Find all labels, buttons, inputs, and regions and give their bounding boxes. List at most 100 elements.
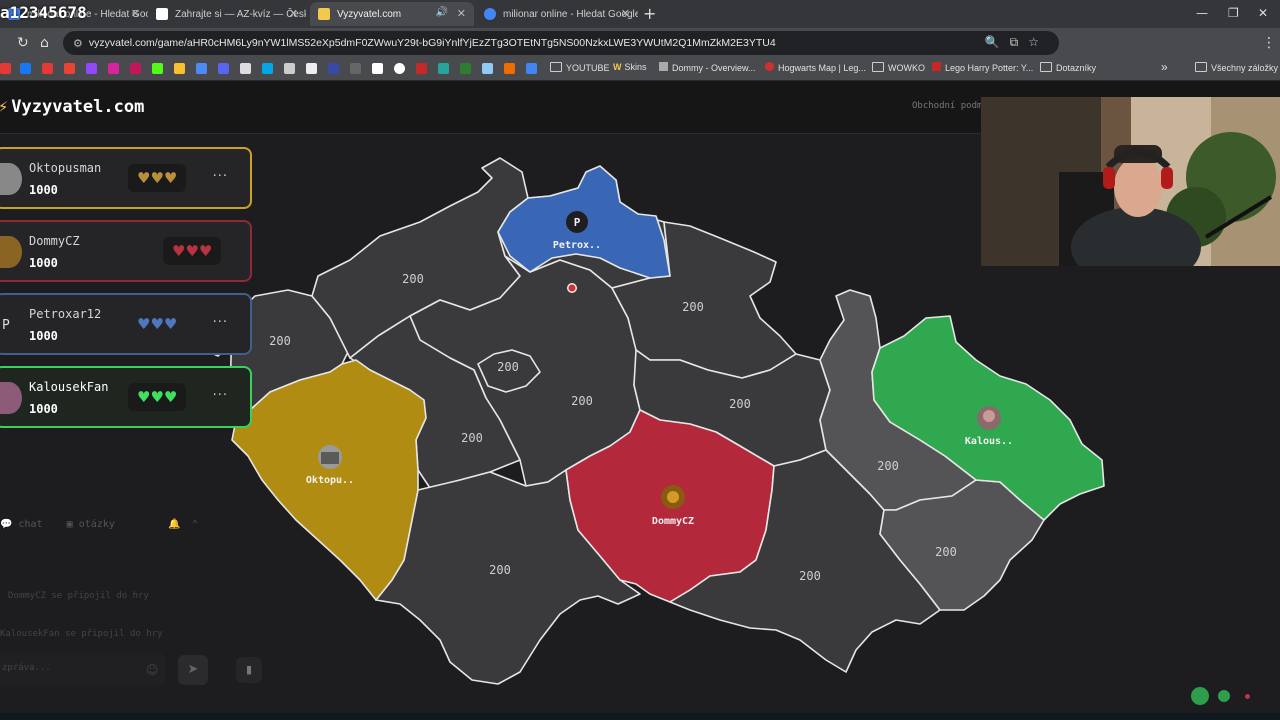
- player-card-dommycz[interactable]: DommyCZ 1000 ♥♥♥: [0, 220, 252, 282]
- tab-chat[interactable]: 💬 chat: [0, 519, 43, 530]
- bookmark-favicon-icon[interactable]: [416, 63, 427, 74]
- browser-tab[interactable]: Zahrajte si — AZ-kvíz — Česká ✕: [148, 2, 306, 26]
- minimize-icon[interactable]: —: [1196, 6, 1208, 20]
- player-lives: ♥♥♥: [128, 310, 186, 338]
- bookmark-favicon-icon[interactable]: [130, 63, 141, 74]
- bookmark-favicon-icon[interactable]: [482, 63, 493, 74]
- bookmark-favicon-icon[interactable]: [372, 63, 383, 74]
- player-lives: ♥♥♥: [163, 237, 222, 265]
- bookmark-favicon-icon[interactable]: [0, 63, 11, 74]
- kick-icon[interactable]: [152, 63, 163, 74]
- folder-icon: [1195, 62, 1207, 72]
- player-avatar-letter: P: [2, 317, 10, 333]
- gmail-icon[interactable]: [64, 63, 75, 74]
- site-info-icon[interactable]: ⚙: [73, 37, 83, 50]
- region-value: 200: [935, 545, 957, 559]
- bookmark-favicon-icon[interactable]: [504, 63, 515, 74]
- folder-icon: [1040, 62, 1052, 72]
- bell-icon[interactable]: 🔔: [168, 519, 180, 530]
- owner-avatar-letter: P: [574, 216, 581, 229]
- heart-icon: ♥♥♥: [137, 314, 178, 333]
- send-button[interactable]: ➤: [178, 655, 208, 685]
- facebook-icon[interactable]: [20, 63, 31, 74]
- close-tab-icon[interactable]: ✕: [131, 7, 140, 20]
- bookmark-favicon-icon[interactable]: [196, 63, 207, 74]
- webcam-image: [981, 97, 1280, 266]
- bookmark-favicon-icon[interactable]: [526, 63, 537, 74]
- player-avatar: [0, 236, 22, 268]
- bookmark-favicon-icon: [932, 62, 941, 71]
- home-icon[interactable]: ⌂: [40, 35, 49, 51]
- chevron-up-icon[interactable]: ⌃: [192, 519, 198, 530]
- emoji-icon[interactable]: ☺: [146, 663, 159, 677]
- more-bookmarks-chevron-icon[interactable]: »: [1161, 60, 1168, 74]
- bookmark-label: YOUTUBE: [566, 63, 610, 73]
- region-value: 200: [269, 334, 291, 348]
- bookmark-folder-dotazniky[interactable]: Dotazníky: [1040, 62, 1096, 73]
- bookmark-favicon-icon[interactable]: [328, 63, 339, 74]
- region-value: 200: [571, 394, 593, 408]
- twitch-icon[interactable]: [86, 63, 97, 74]
- bookmark-favicon-icon[interactable]: [306, 63, 317, 74]
- bookmark-folder-youtube[interactable]: YOUTUBE: [550, 62, 610, 73]
- player-card-kalousekfan[interactable]: KalousekFan 1000 ♥♥♥ ···: [0, 366, 252, 428]
- region-value: 200: [489, 563, 511, 577]
- player-menu-icon[interactable]: ···: [213, 315, 228, 330]
- chat-message: DommyCZ se připojil do hry: [8, 591, 149, 601]
- bookmarks-bar: YOUTUBE W Skins Dommy - Overview... Hogwa…: [0, 58, 1280, 81]
- omnibox-actions[interactable]: 🔍⧉☆: [985, 35, 1049, 50]
- speaker-icon[interactable]: 🔊: [436, 7, 448, 18]
- bookmark-favicon-icon[interactable]: [394, 63, 405, 74]
- bookmark-favicon-icon[interactable]: [284, 63, 295, 74]
- w-logo-icon: W: [613, 62, 622, 72]
- chat-input[interactable]: zpráva...: [0, 653, 165, 685]
- instagram-icon[interactable]: [108, 63, 119, 74]
- toggle-panel-button[interactable]: ▮: [236, 657, 262, 683]
- close-tab-icon[interactable]: ✕: [289, 7, 298, 20]
- browser-tab-active[interactable]: Vyzyvatel.com 🔊 ✕: [310, 2, 474, 26]
- bookmark-favicon-icon[interactable]: [262, 63, 273, 74]
- player-card-oktopusman[interactable]: Oktopusman 1000 ♥♥♥ ···: [0, 147, 252, 209]
- close-tab-icon[interactable]: ✕: [621, 7, 630, 20]
- status-indicator: [1218, 690, 1230, 702]
- sidebar-icon: ▮: [245, 663, 253, 676]
- bookmark-skins[interactable]: W Skins: [613, 62, 647, 72]
- status-indicator: [1191, 687, 1209, 705]
- tab-title: Vyzyvatel.com: [337, 8, 402, 20]
- bookmark-lego[interactable]: Lego Harry Potter: Y...: [932, 62, 1033, 73]
- tab-otazky[interactable]: ▣ otázky: [67, 519, 115, 530]
- region-value: 200: [497, 360, 519, 374]
- player-avatar: [0, 382, 22, 414]
- webcam-overlay: [981, 97, 1280, 266]
- reload-icon[interactable]: ↻: [17, 35, 29, 51]
- owner-label: Kalous..: [965, 436, 1013, 447]
- bookmark-favicon-icon[interactable]: [438, 63, 449, 74]
- bookmark-favicon-icon[interactable]: [350, 63, 361, 74]
- all-bookmarks-folder[interactable]: Všechny záložky: [1195, 62, 1278, 73]
- send-icon: ➤: [187, 662, 199, 677]
- maximize-icon[interactable]: ❐: [1228, 6, 1239, 20]
- discord-icon[interactable]: [218, 63, 229, 74]
- close-tab-icon[interactable]: ✕: [457, 7, 466, 20]
- youtube-icon[interactable]: [42, 63, 53, 74]
- player-menu-icon[interactable]: ···: [213, 169, 228, 184]
- bookmark-dommy[interactable]: Dommy - Overview...: [659, 62, 756, 73]
- owner-label: Oktopu..: [306, 475, 354, 486]
- bookmark-favicon-icon[interactable]: [174, 63, 185, 74]
- player-lives: ♥♥♥: [128, 383, 187, 411]
- bookmark-favicon-icon[interactable]: [240, 63, 251, 74]
- bookmark-folder-wowko[interactable]: WOWKO: [872, 62, 925, 73]
- browser-menu-icon[interactable]: ⋮: [1262, 35, 1276, 51]
- new-tab-icon[interactable]: +: [643, 4, 656, 23]
- bookmark-hogwarts[interactable]: Hogwarts Map | Leg...: [765, 62, 866, 73]
- url-text: vyzyvatel.com/game/aHR0cHM6Ly9nYW1lMS52e…: [88, 37, 776, 49]
- player-card-petroxar12[interactable]: P Petroxar12 1000 ♥♥♥ ···: [0, 293, 252, 355]
- blocked-marker-icon: [567, 283, 577, 293]
- browser-tab[interactable]: milionar online - Hledat Google ✕: [476, 2, 638, 26]
- close-window-icon[interactable]: ✕: [1258, 6, 1268, 20]
- bookmark-favicon-icon[interactable]: [460, 63, 471, 74]
- address-bar[interactable]: ⚙ vyzyvatel.com/game/aHR0cHM6Ly9nYW1lMS5…: [63, 31, 1059, 55]
- browser-tab-bar: milionar online - Hledat Googlem ✕ Zahra…: [0, 0, 1280, 28]
- player-menu-icon[interactable]: ···: [213, 388, 228, 403]
- tab-label: chat: [18, 519, 43, 530]
